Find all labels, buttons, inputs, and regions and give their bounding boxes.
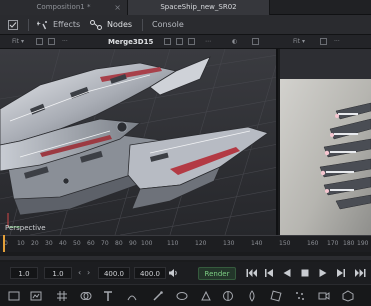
nodes-button[interactable]: Nodes (90, 15, 133, 35)
loader-tool-icon[interactable] (30, 290, 42, 302)
render-start-field[interactable]: 1.0 (44, 267, 72, 279)
skip-to-end-icon[interactable] (354, 268, 366, 278)
tick-label: 180 (343, 240, 355, 247)
color-icon[interactable]: ◐ (232, 35, 237, 49)
tick-label: 90 (129, 240, 137, 247)
tick-label: 70 (101, 240, 109, 247)
render-end-field[interactable]: 400.0 (98, 267, 130, 279)
console-button[interactable]: Console (152, 15, 186, 35)
right-fit-dropdown[interactable]: Fit ▾ (293, 35, 305, 49)
viewer-2d-output[interactable] (280, 49, 371, 235)
console-label: Console (152, 20, 184, 29)
transform-tool-icon[interactable] (270, 290, 282, 302)
tab-spaceship[interactable]: SpaceShip_new_SR02 (128, 0, 270, 15)
split-icon[interactable] (252, 38, 259, 45)
spaceship-render (0, 49, 276, 235)
play-icon[interactable] (318, 268, 328, 278)
global-end-field[interactable]: 400.0 (134, 267, 166, 279)
fit-dropdown[interactable]: Fit ▾ (12, 35, 24, 49)
transport-controls: 1.0 1.0 ‹ › 400.0 400.0 Render (0, 262, 371, 284)
camera-label: Perspective (5, 224, 46, 232)
tool-palette (0, 284, 371, 306)
checkbox-icon (8, 20, 18, 30)
channel-icon[interactable] (176, 38, 183, 45)
tick-label: 190 (357, 240, 369, 247)
tab-label: Composition1 * (36, 3, 91, 11)
chevron-down-icon: ▾ (301, 38, 305, 45)
stop-icon[interactable] (300, 268, 310, 278)
grid-tool-icon[interactable] (56, 290, 68, 302)
tick-label: 60 (87, 240, 95, 247)
workspace-toolbar: Effects Nodes Console (0, 15, 371, 35)
tick-label: 50 (73, 240, 81, 247)
separator (28, 19, 29, 31)
viewer-header: Fit ▾ ··· Merge3D15 ⋯ ◐ Fit ▾ ··· (0, 35, 371, 49)
effects-label: Effects (53, 20, 81, 29)
blur-tool-icon[interactable] (126, 290, 138, 302)
tab-label: SpaceShip_new_SR02 (160, 3, 237, 11)
separator (142, 19, 143, 31)
view-options-icon[interactable]: ··· (62, 35, 68, 49)
tick-label: 130 (223, 240, 235, 247)
camera-3d-icon[interactable] (318, 290, 330, 302)
mask-tool-icon[interactable] (176, 290, 188, 302)
render-button[interactable]: Render (198, 267, 236, 280)
nodes-icon (90, 20, 102, 30)
right-options-icon[interactable]: ··· (334, 35, 340, 49)
tick-label: 170 (327, 240, 339, 247)
lut-icon[interactable] (164, 38, 171, 45)
speaker-icon[interactable] (168, 268, 178, 278)
effects-button[interactable]: Effects (37, 15, 81, 35)
effects-icon (37, 21, 47, 30)
viewer-node-name: Merge3D15 (108, 38, 154, 46)
tick-label: 40 (59, 240, 67, 247)
text-tool-icon[interactable] (102, 290, 114, 302)
document-tab-bar: Composition1 * × SpaceShip_new_SR02 (0, 0, 371, 15)
tick-label: 20 (31, 240, 39, 247)
tick-label: 110 (167, 240, 179, 247)
global-start-field[interactable]: 1.0 (10, 267, 38, 279)
shape-3d-icon[interactable] (342, 290, 354, 302)
output-render (280, 49, 371, 235)
time-ruler[interactable]: 0 10 20 30 40 50 60 70 80 90 100 110 120… (0, 235, 371, 252)
right-fit-label: Fit (293, 38, 301, 45)
paint-tool-icon[interactable] (152, 290, 164, 302)
roi-icon[interactable] (48, 38, 55, 45)
tick-label: 150 (279, 240, 291, 247)
skip-to-start-icon[interactable] (246, 268, 258, 278)
chevron-right-icon[interactable]: › (87, 268, 90, 277)
tick-label: 80 (115, 240, 123, 247)
chevron-down-icon: ▾ (20, 38, 24, 45)
tick-label: 160 (307, 240, 319, 247)
fit-label: Fit (12, 38, 20, 45)
chevron-left-icon[interactable]: ‹ (78, 268, 81, 277)
viewer-menu-icon[interactable]: ⋯ (205, 35, 211, 49)
tick-label: 140 (251, 240, 263, 247)
step-back-icon[interactable] (264, 268, 274, 278)
color-corrector-icon[interactable] (222, 290, 234, 302)
tick-label: 120 (195, 240, 207, 247)
render-range-bar[interactable] (0, 256, 371, 260)
polygon-tool-icon[interactable] (200, 290, 212, 302)
viewer-3d-perspective[interactable] (0, 49, 278, 235)
panel-toggle-button[interactable] (6, 15, 20, 35)
guides-icon[interactable] (188, 38, 195, 45)
tab-composition1[interactable]: Composition1 * × (0, 0, 128, 15)
checker-icon[interactable] (36, 38, 43, 45)
drop-tool-icon[interactable] (246, 290, 258, 302)
playhead-marker[interactable] (3, 235, 5, 252)
nodes-label: Nodes (107, 20, 133, 29)
play-reverse-icon[interactable] (282, 268, 292, 278)
tick-label: 10 (17, 240, 25, 247)
step-forward-icon[interactable] (336, 268, 346, 278)
background-tool-icon[interactable] (8, 290, 20, 302)
tick-label: 30 (45, 240, 53, 247)
merge-tool-icon[interactable] (80, 290, 92, 302)
close-icon[interactable]: × (114, 0, 121, 15)
tick-label: 100 (141, 240, 153, 247)
particle-tool-icon[interactable] (294, 290, 306, 302)
right-checker-icon[interactable] (320, 38, 327, 45)
